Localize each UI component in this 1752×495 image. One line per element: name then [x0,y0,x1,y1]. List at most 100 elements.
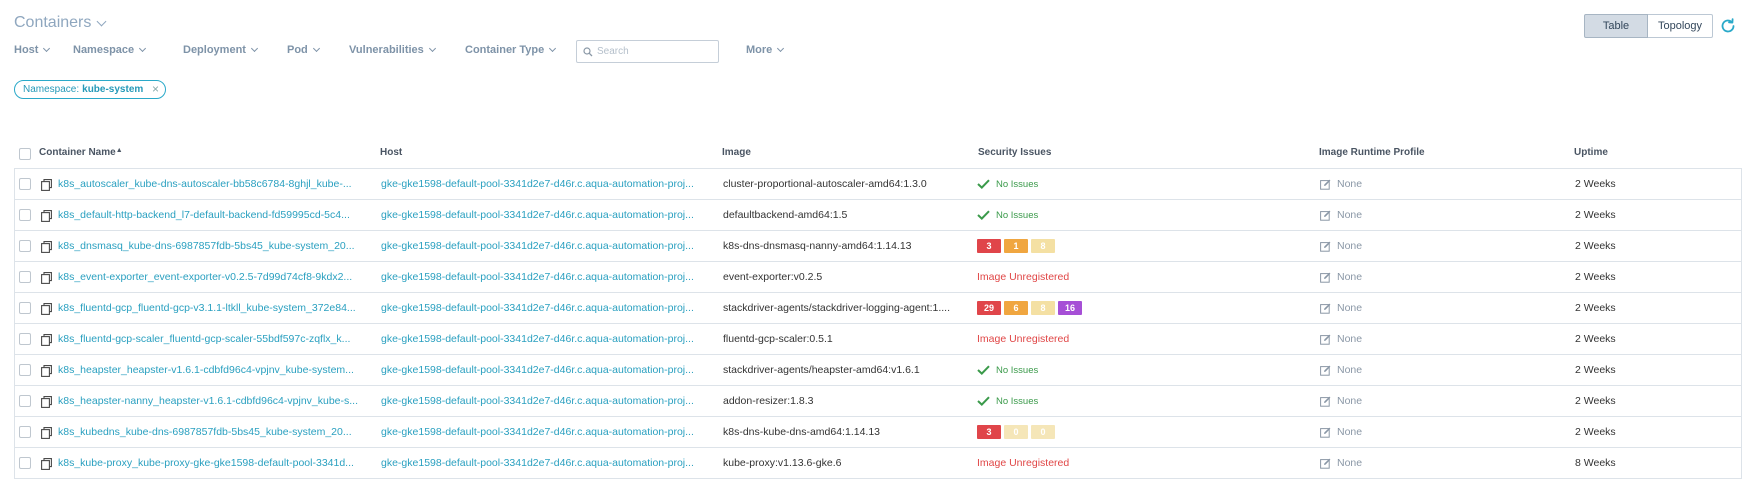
row-select-checkbox[interactable] [19,240,31,252]
row-select-checkbox[interactable] [19,333,31,345]
host-link[interactable]: gke-gke1598-default-pool-3341d2e7-d46r.c… [381,200,716,230]
image-runtime-profile-cell[interactable]: None [1320,200,1540,230]
image-runtime-profile-cell[interactable]: None [1320,355,1540,385]
container-name-link[interactable]: k8s_autoscaler_kube-dns-autoscaler-bb58c… [58,169,370,199]
container-name-link[interactable]: k8s_heapster-nanny_heapster-v1.6.1-cdbfd… [58,386,370,416]
vulnerability-count-badge[interactable]: 8 [1031,301,1055,315]
row-select-checkbox[interactable] [19,302,31,314]
column-header-host[interactable]: Host [380,147,402,158]
image-runtime-profile-cell[interactable]: None [1320,448,1540,478]
vulnerability-count-badge[interactable]: 6 [1004,301,1028,315]
select-all-checkbox[interactable] [19,148,31,160]
container-name-link[interactable]: k8s_dnsmasq_kube-dns-6987857fdb-5bs45_ku… [58,231,370,261]
filter-container-type[interactable]: Container Type [465,44,557,56]
filter-pod[interactable]: Pod [287,44,320,56]
table-row[interactable]: k8s_fluentd-gcp-scaler_fluentd-gcp-scale… [14,323,1742,355]
image-runtime-profile-cell[interactable]: None [1320,262,1540,292]
container-name-link[interactable]: k8s_kubedns_kube-dns-6987857fdb-5bs45_ku… [58,417,370,447]
container-name-link[interactable]: k8s_kube-proxy_kube-proxy-gke-gke1598-de… [58,448,370,478]
edit-icon [1320,458,1331,469]
chevron-down-icon [549,44,557,52]
row-select-checkbox[interactable] [19,209,31,221]
image-runtime-profile-cell[interactable]: None [1320,324,1540,354]
host-link[interactable]: gke-gke1598-default-pool-3341d2e7-d46r.c… [381,293,716,323]
uptime-value: 2 Weeks [1575,302,1616,314]
table-row[interactable]: k8s_autoscaler_kube-dns-autoscaler-bb58c… [14,168,1742,200]
row-select-checkbox[interactable] [19,457,31,469]
host-link[interactable]: gke-gke1598-default-pool-3341d2e7-d46r.c… [381,386,716,416]
vulnerability-count-badge[interactable]: 16 [1058,301,1082,315]
filter-pod-label: Pod [287,44,308,56]
search-input[interactable] [597,46,707,57]
image-runtime-profile-cell[interactable]: None [1320,386,1540,416]
uptime-value: 2 Weeks [1575,178,1616,190]
filter-host[interactable]: Host [14,44,51,56]
filter-vulnerabilities-label: Vulnerabilities [349,44,424,56]
filter-deployment[interactable]: Deployment [183,44,259,56]
table-row[interactable]: k8s_heapster-nanny_heapster-v1.6.1-cdbfd… [14,385,1742,417]
vulnerability-count-badge[interactable]: 1 [1004,239,1028,253]
image-name: kube-proxy:v1.13.6-gke.6 [723,457,842,469]
container-name-link[interactable]: k8s_event-exporter_event-exporter-v0.2.5… [58,262,370,292]
edit-icon [1320,210,1331,221]
table-row[interactable]: k8s_default-http-backend_l7-default-back… [14,199,1742,231]
host-link[interactable]: gke-gke1598-default-pool-3341d2e7-d46r.c… [381,355,716,385]
close-icon[interactable]: × [152,82,159,96]
row-select-checkbox[interactable] [19,426,31,438]
row-select-checkbox[interactable] [19,271,31,283]
vulnerability-count-badge[interactable]: 0 [1004,425,1028,439]
vulnerability-count-badge[interactable]: 3 [977,425,1001,439]
row-select-checkbox[interactable] [19,178,31,190]
page-title[interactable]: Containers [14,14,107,32]
host-link[interactable]: gke-gke1598-default-pool-3341d2e7-d46r.c… [381,417,716,447]
column-header-container-name[interactable]: Container Name▲ [39,147,123,158]
host-link[interactable]: gke-gke1598-default-pool-3341d2e7-d46r.c… [381,324,716,354]
host-link[interactable]: gke-gke1598-default-pool-3341d2e7-d46r.c… [381,231,716,261]
container-name-link[interactable]: k8s_fluentd-gcp_fluentd-gcp-v3.1.1-ltkll… [58,293,370,323]
row-select-checkbox[interactable] [19,364,31,376]
host-link[interactable]: gke-gke1598-default-pool-3341d2e7-d46r.c… [381,262,716,292]
container-name-link[interactable]: k8s_fluentd-gcp-scaler_fluentd-gcp-scale… [58,324,370,354]
table-row[interactable]: k8s_kube-proxy_kube-proxy-gke-gke1598-de… [14,447,1742,479]
image-name: addon-resizer:1.8.3 [723,395,814,407]
chevron-down-icon [43,44,51,52]
search-field[interactable] [576,40,719,63]
vulnerability-count-badge[interactable]: 0 [1031,425,1055,439]
vulnerability-count-badge[interactable]: 3 [977,239,1001,253]
column-header-uptime[interactable]: Uptime [1574,147,1608,158]
table-row[interactable]: k8s_fluentd-gcp_fluentd-gcp-v3.1.1-ltkll… [14,292,1742,324]
vulnerability-count-badge[interactable]: 8 [1031,239,1055,253]
column-header-image-runtime-profile[interactable]: Image Runtime Profile [1319,147,1425,158]
column-header-security-issues[interactable]: Security Issues [978,147,1051,158]
container-name-link[interactable]: k8s_default-http-backend_l7-default-back… [58,200,370,230]
row-select-checkbox[interactable] [19,395,31,407]
security-status-text: No Issues [996,209,1039,221]
vulnerability-count-badge[interactable]: 29 [977,301,1001,315]
image-runtime-profile-cell[interactable]: None [1320,231,1540,261]
filter-vulnerabilities[interactable]: Vulnerabilities [349,44,436,56]
image-runtime-profile-cell[interactable]: None [1320,417,1540,447]
table-row[interactable]: k8s_heapster_heapster-v1.6.1-cdbfd96c4-v… [14,354,1742,386]
column-header-image[interactable]: Image [722,147,751,158]
table-row[interactable]: k8s_event-exporter_event-exporter-v0.2.5… [14,261,1742,293]
filter-namespace[interactable]: Namespace [73,44,147,56]
filter-more[interactable]: More [746,44,785,56]
runtime-profile-value: None [1337,426,1363,438]
table-row[interactable]: k8s_dnsmasq_kube-dns-6987857fdb-5bs45_ku… [14,230,1742,262]
table-row[interactable]: k8s_kubedns_kube-dns-6987857fdb-5bs45_ku… [14,416,1742,448]
topology-view-button[interactable]: Topology [1648,14,1713,38]
sort-ascending-icon: ▲ [115,147,123,154]
view-toggle: Table Topology [1584,14,1713,38]
filter-deployment-label: Deployment [183,44,246,56]
uptime-value: 2 Weeks [1575,333,1616,345]
table-view-button[interactable]: Table [1584,14,1648,38]
runtime-profile-value: None [1337,364,1363,376]
refresh-icon[interactable] [1719,17,1737,35]
host-link[interactable]: gke-gke1598-default-pool-3341d2e7-d46r.c… [381,169,716,199]
image-runtime-profile-cell[interactable]: None [1320,293,1540,323]
container-name-link[interactable]: k8s_heapster_heapster-v1.6.1-cdbfd96c4-v… [58,355,370,385]
uptime-value: 2 Weeks [1575,240,1616,252]
host-link[interactable]: gke-gke1598-default-pool-3341d2e7-d46r.c… [381,448,716,478]
image-runtime-profile-cell[interactable]: None [1320,169,1540,199]
runtime-profile-value: None [1337,240,1363,252]
